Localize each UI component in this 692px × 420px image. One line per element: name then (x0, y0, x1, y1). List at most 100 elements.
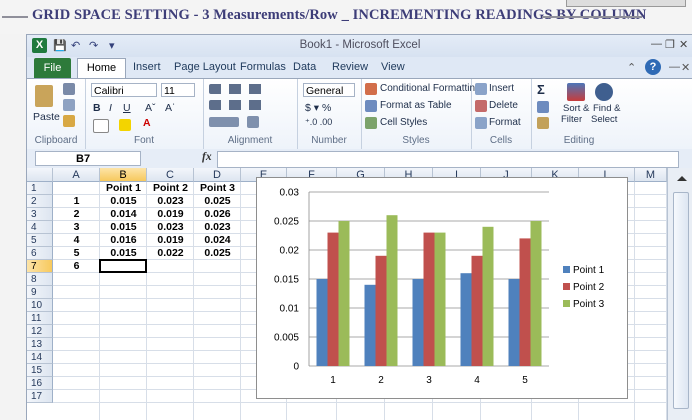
column-header-b[interactable]: B (100, 168, 147, 182)
column-header-a[interactable]: A (53, 168, 100, 182)
tab-data[interactable]: Data (293, 61, 316, 73)
sort-filter-label-2[interactable]: Filter (561, 114, 582, 125)
row-header-14[interactable]: 14 (27, 351, 53, 364)
number-format-select[interactable]: General (303, 83, 355, 97)
row-number-cell[interactable]: 3 (53, 221, 100, 234)
tab-file[interactable]: File (34, 58, 71, 78)
minimize-icon[interactable]: — (651, 38, 662, 50)
format-as-table-button[interactable]: Format as Table (380, 100, 452, 111)
column-header-m[interactable]: M (635, 168, 667, 182)
find-select-label[interactable]: Find & (593, 103, 620, 114)
name-box[interactable]: B7 (35, 151, 141, 166)
value-cell-point-2[interactable]: 0.019 (147, 208, 194, 221)
active-cell-b7[interactable] (99, 259, 147, 273)
row-number-cell[interactable]: 5 (53, 247, 100, 260)
clear-icon[interactable] (537, 117, 549, 129)
row-header-6[interactable]: 6 (27, 247, 53, 260)
row-header-1[interactable]: 1 (27, 182, 53, 195)
tab-formulas[interactable]: Formulas (240, 61, 286, 73)
tab-review[interactable]: Review (332, 61, 368, 73)
doc-minimize-icon[interactable]: — (669, 61, 680, 73)
row-header-3[interactable]: 3 (27, 208, 53, 221)
restore-icon[interactable]: ❐ (665, 38, 675, 51)
format-painter-icon[interactable] (63, 115, 75, 127)
value-cell-point-1[interactable]: 0.014 (100, 208, 147, 221)
row-number-cell[interactable]: 4 (53, 234, 100, 247)
cut-icon[interactable] (63, 83, 75, 95)
tab-insert[interactable]: Insert (133, 61, 161, 73)
shrink-font-button[interactable]: Aˈ (165, 102, 176, 114)
sort-filter-label[interactable]: Sort & (563, 103, 589, 114)
tab-view[interactable]: View (381, 61, 405, 73)
value-cell-point-2[interactable]: 0.019 (147, 234, 194, 247)
insert-cells-button[interactable]: Insert (489, 83, 514, 94)
tab-page-layout[interactable]: Page Layout (174, 61, 236, 73)
column-header-d[interactable]: D (194, 168, 241, 182)
paste-icon[interactable] (35, 85, 53, 107)
cell-styles-button[interactable]: Cell Styles (380, 117, 427, 128)
row-header-12[interactable]: 12 (27, 325, 53, 338)
bar-chart[interactable]: 0 0.005 0.01 0.015 0.02 0.025 0.03 1 2 3 4 5 Point 1… (256, 177, 628, 399)
value-cell-point-3[interactable]: 0.023 (194, 221, 241, 234)
format-cells-button[interactable]: Format (489, 117, 521, 128)
find-select-icon[interactable] (595, 83, 613, 101)
format-as-table-icon[interactable] (365, 100, 377, 112)
underline-button[interactable]: U (123, 102, 131, 114)
tab-home[interactable]: Home (77, 58, 126, 79)
value-cell-point-3[interactable]: 0.025 (194, 195, 241, 208)
decimal-buttons[interactable]: ⁺.0 .00 (305, 117, 332, 128)
row-header-17[interactable]: 17 (27, 390, 53, 403)
insert-function-button[interactable]: fx (202, 151, 212, 163)
copy-icon[interactable] (63, 99, 75, 111)
value-cell-point-2[interactable]: 0.023 (147, 221, 194, 234)
bold-button[interactable]: B (93, 102, 101, 114)
row-number-cell[interactable]: 2 (53, 208, 100, 221)
row-number-cell[interactable]: 6 (53, 260, 100, 273)
value-cell-point-2[interactable]: 0.023 (147, 195, 194, 208)
insert-cells-icon[interactable] (475, 83, 487, 95)
help-icon[interactable]: ? (645, 59, 661, 75)
vertical-align-icons[interactable] (209, 84, 265, 94)
vertical-scrollbar[interactable] (667, 168, 692, 420)
sort-filter-icon[interactable] (567, 83, 585, 101)
row-header-5[interactable]: 5 (27, 234, 53, 247)
header-cell-point-1[interactable]: Point 1 (100, 182, 147, 195)
paste-label[interactable]: Paste (33, 111, 60, 123)
close-icon[interactable]: ✕ (679, 38, 688, 51)
accounting-format-button[interactable]: $ ▾ % (305, 102, 331, 114)
row-header-2[interactable]: 2 (27, 195, 53, 208)
scroll-up-arrow-icon[interactable] (677, 176, 687, 181)
value-cell-point-3[interactable]: 0.024 (194, 234, 241, 247)
font-name-select[interactable]: Calibri (91, 83, 157, 97)
header-cell-point-2[interactable]: Point 2 (147, 182, 194, 195)
borders-icon[interactable] (93, 119, 109, 133)
indent-icons[interactable] (209, 117, 239, 127)
font-color-icon[interactable]: A (143, 117, 151, 129)
doc-close-icon[interactable]: ✕ (681, 61, 690, 74)
orientation-icon[interactable] (247, 116, 259, 128)
value-cell-point-3[interactable]: 0.025 (194, 247, 241, 260)
row-header-11[interactable]: 11 (27, 312, 53, 325)
value-cell-point-1[interactable]: 0.015 (100, 221, 147, 234)
row-header-13[interactable]: 13 (27, 338, 53, 351)
value-cell-point-2[interactable]: 0.022 (147, 247, 194, 260)
fill-color-icon[interactable] (119, 119, 131, 131)
fill-icon[interactable] (537, 101, 549, 113)
font-size-select[interactable]: 11 (161, 83, 195, 97)
row-header-16[interactable]: 16 (27, 377, 53, 390)
row-header-4[interactable]: 4 (27, 221, 53, 234)
italic-button[interactable]: I (109, 102, 112, 114)
value-cell-point-1[interactable]: 0.015 (100, 195, 147, 208)
autosum-icon[interactable]: Σ (537, 82, 545, 97)
collapse-ribbon-icon[interactable]: ⌃ (627, 61, 636, 74)
find-select-label-2[interactable]: Select (591, 114, 617, 125)
value-cell-point-1[interactable]: 0.016 (100, 234, 147, 247)
conditional-formatting-button[interactable]: Conditional Formatting (380, 83, 481, 94)
header-cell-point-3[interactable]: Point 3 (194, 182, 241, 195)
grow-font-button[interactable]: Aˇ (145, 102, 156, 114)
delete-cells-icon[interactable] (475, 100, 487, 112)
column-header-c[interactable]: C (147, 168, 194, 182)
formula-input[interactable] (217, 151, 679, 168)
row-header-15[interactable]: 15 (27, 364, 53, 377)
scroll-thumb[interactable] (673, 192, 689, 409)
